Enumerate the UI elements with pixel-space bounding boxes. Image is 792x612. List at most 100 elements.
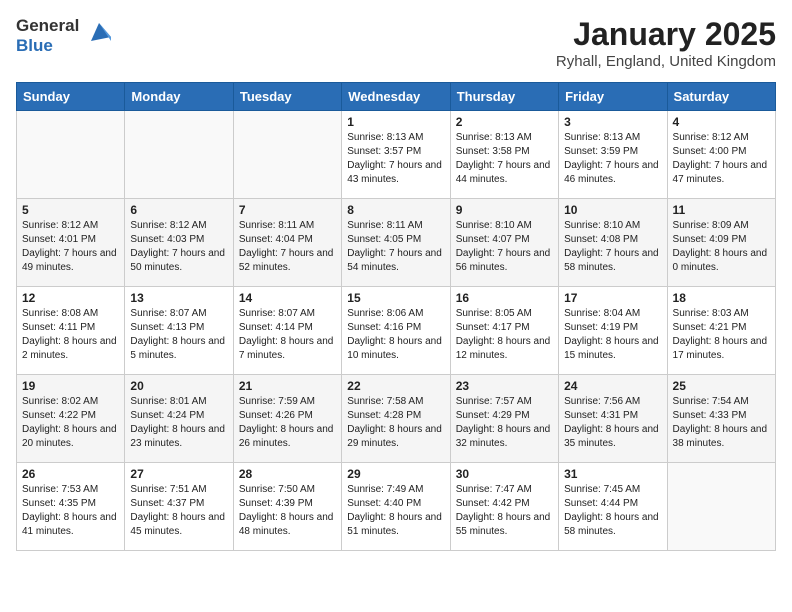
calendar-day-cell: 15Sunrise: 8:06 AM Sunset: 4:16 PM Dayli… xyxy=(342,287,450,375)
day-info: Sunrise: 7:47 AM Sunset: 4:42 PM Dayligh… xyxy=(456,483,553,539)
calendar-day-cell: 29 Sunrise: 7:49 AM Sunset: 4:40 PM Dayli… xyxy=(342,463,450,551)
day-info: Sunrise: 8:11 AM Sunset: 4:04 PM Dayligh… xyxy=(239,219,336,275)
day-number: 1 xyxy=(347,115,444,129)
title-area: January 2025 Ryhall, England, United Kin… xyxy=(556,16,776,70)
day-number: 10 xyxy=(564,203,661,217)
day-number: 18 xyxy=(673,291,770,305)
weekday-header: Tuesday xyxy=(233,83,341,111)
day-number: 15 xyxy=(347,291,444,305)
day-number: 24 xyxy=(564,379,661,393)
calendar-day-cell: 1 Sunrise: 8:13 AM Sunset: 3:57 PM Daylig… xyxy=(342,111,450,199)
day-number: 16 xyxy=(456,291,553,305)
calendar-day-cell: 31Sunrise: 7:45 AM Sunset: 4:44 PM Dayli… xyxy=(559,463,667,551)
day-number: 7 xyxy=(239,203,336,217)
calendar-day-cell: 24Sunrise: 7:56 AM Sunset: 4:31 PM Dayli… xyxy=(559,375,667,463)
calendar-day-cell: 21 Sunrise: 7:59 AM Sunset: 4:26 PM Dayli… xyxy=(233,375,341,463)
day-number: 2 xyxy=(456,115,553,129)
logo-blue: Blue xyxy=(16,36,79,56)
calendar-week-row: 1 Sunrise: 8:13 AM Sunset: 3:57 PM Daylig… xyxy=(17,111,776,199)
calendar-day-cell: 8Sunrise: 8:11 AM Sunset: 4:05 PM Daylig… xyxy=(342,199,450,287)
weekday-header: Monday xyxy=(125,83,233,111)
logo-icon xyxy=(83,17,115,49)
weekday-header: Sunday xyxy=(17,83,125,111)
logo-general: General xyxy=(16,16,79,36)
day-info: Sunrise: 7:54 AM Sunset: 4:33 PM Dayligh… xyxy=(673,395,770,451)
day-info: Sunrise: 8:09 AM Sunset: 4:09 PM Dayligh… xyxy=(673,219,770,275)
calendar-day-cell: 17Sunrise: 8:04 AM Sunset: 4:19 PM Dayli… xyxy=(559,287,667,375)
day-number: 20 xyxy=(130,379,227,393)
day-info: Sunrise: 8:01 AM Sunset: 4:24 PM Dayligh… xyxy=(130,395,227,451)
logo: General Blue xyxy=(16,16,115,55)
calendar-day-cell: 19Sunrise: 8:02 AM Sunset: 4:22 PM Dayli… xyxy=(17,375,125,463)
day-info: Sunrise: 7:58 AM Sunset: 4:28 PM Dayligh… xyxy=(347,395,444,451)
calendar-day-cell: 13Sunrise: 8:07 AM Sunset: 4:13 PM Dayli… xyxy=(125,287,233,375)
day-number: 12 xyxy=(22,291,119,305)
day-number: 21 xyxy=(239,379,336,393)
day-number: 9 xyxy=(456,203,553,217)
calendar-day-cell: 4Sunrise: 8:12 AM Sunset: 4:00 PM Daylig… xyxy=(667,111,775,199)
day-info: Sunrise: 7:59 AM Sunset: 4:26 PM Dayligh… xyxy=(239,395,336,451)
calendar-empty-cell xyxy=(17,111,125,199)
day-info: Sunrise: 8:03 AM Sunset: 4:21 PM Dayligh… xyxy=(673,307,770,363)
day-info: Sunrise: 7:49 AM Sunset: 4:40 PM Dayligh… xyxy=(347,483,444,539)
day-number: 11 xyxy=(673,203,770,217)
calendar-day-cell: 23Sunrise: 7:57 AM Sunset: 4:29 PM Dayli… xyxy=(450,375,558,463)
calendar-day-cell: 14Sunrise: 8:07 AM Sunset: 4:14 PM Dayli… xyxy=(233,287,341,375)
calendar-week-row: 19Sunrise: 8:02 AM Sunset: 4:22 PM Dayli… xyxy=(17,375,776,463)
day-number: 22 xyxy=(347,379,444,393)
day-info: Sunrise: 8:02 AM Sunset: 4:22 PM Dayligh… xyxy=(22,395,119,451)
day-number: 5 xyxy=(22,203,119,217)
calendar-day-cell: 26 Sunrise: 7:53 AM Sunset: 4:35 PM Dayli… xyxy=(17,463,125,551)
month-title: January 2025 xyxy=(556,16,776,53)
calendar-day-cell: 18 Sunrise: 8:03 AM Sunset: 4:21 PM Dayli… xyxy=(667,287,775,375)
calendar-day-cell: 12 Sunrise: 8:08 AM Sunset: 4:11 PM Dayli… xyxy=(17,287,125,375)
day-number: 26 xyxy=(22,467,119,481)
calendar-day-cell: 3 Sunrise: 8:13 AM Sunset: 3:59 PM Daylig… xyxy=(559,111,667,199)
day-number: 28 xyxy=(239,467,336,481)
day-info: Sunrise: 7:45 AM Sunset: 4:44 PM Dayligh… xyxy=(564,483,661,539)
weekday-header: Thursday xyxy=(450,83,558,111)
weekday-header: Wednesday xyxy=(342,83,450,111)
calendar-day-cell: 16 Sunrise: 8:05 AM Sunset: 4:17 PM Dayli… xyxy=(450,287,558,375)
day-number: 29 xyxy=(347,467,444,481)
calendar-day-cell: 7 Sunrise: 8:11 AM Sunset: 4:04 PM Daylig… xyxy=(233,199,341,287)
day-number: 14 xyxy=(239,291,336,305)
day-info: Sunrise: 8:13 AM Sunset: 3:57 PM Dayligh… xyxy=(347,131,444,187)
day-info: Sunrise: 7:57 AM Sunset: 4:29 PM Dayligh… xyxy=(456,395,553,451)
calendar-day-cell: 9 Sunrise: 8:10 AM Sunset: 4:07 PM Daylig… xyxy=(450,199,558,287)
day-info: Sunrise: 8:08 AM Sunset: 4:11 PM Dayligh… xyxy=(22,307,119,363)
calendar-day-cell: 30 Sunrise: 7:47 AM Sunset: 4:42 PM Dayli… xyxy=(450,463,558,551)
calendar-empty-cell xyxy=(233,111,341,199)
page-header: General Blue January 2025 Ryhall, Englan… xyxy=(16,16,776,70)
calendar-day-cell: 20 Sunrise: 8:01 AM Sunset: 4:24 PM Dayli… xyxy=(125,375,233,463)
day-info: Sunrise: 8:10 AM Sunset: 4:07 PM Dayligh… xyxy=(456,219,553,275)
day-info: Sunrise: 8:12 AM Sunset: 4:03 PM Dayligh… xyxy=(130,219,227,275)
day-info: Sunrise: 7:53 AM Sunset: 4:35 PM Dayligh… xyxy=(22,483,119,539)
calendar-empty-cell xyxy=(667,463,775,551)
calendar-week-row: 5 Sunrise: 8:12 AM Sunset: 4:01 PM Daylig… xyxy=(17,199,776,287)
weekday-header: Friday xyxy=(559,83,667,111)
calendar-day-cell: 11 Sunrise: 8:09 AM Sunset: 4:09 PM Dayli… xyxy=(667,199,775,287)
calendar-day-cell: 6Sunrise: 8:12 AM Sunset: 4:03 PM Daylig… xyxy=(125,199,233,287)
day-number: 4 xyxy=(673,115,770,129)
location: Ryhall, England, United Kingdom xyxy=(556,53,776,70)
calendar-day-cell: 25 Sunrise: 7:54 AM Sunset: 4:33 PM Dayli… xyxy=(667,375,775,463)
day-info: Sunrise: 7:50 AM Sunset: 4:39 PM Dayligh… xyxy=(239,483,336,539)
day-number: 8 xyxy=(347,203,444,217)
day-number: 25 xyxy=(673,379,770,393)
day-info: Sunrise: 8:04 AM Sunset: 4:19 PM Dayligh… xyxy=(564,307,661,363)
day-info: Sunrise: 8:13 AM Sunset: 3:58 PM Dayligh… xyxy=(456,131,553,187)
calendar-day-cell: 27Sunrise: 7:51 AM Sunset: 4:37 PM Dayli… xyxy=(125,463,233,551)
day-number: 3 xyxy=(564,115,661,129)
day-number: 27 xyxy=(130,467,227,481)
calendar-day-cell: 5 Sunrise: 8:12 AM Sunset: 4:01 PM Daylig… xyxy=(17,199,125,287)
day-info: Sunrise: 8:05 AM Sunset: 4:17 PM Dayligh… xyxy=(456,307,553,363)
calendar-day-cell: 28 Sunrise: 7:50 AM Sunset: 4:39 PM Dayli… xyxy=(233,463,341,551)
calendar-empty-cell xyxy=(125,111,233,199)
day-number: 30 xyxy=(456,467,553,481)
day-info: Sunrise: 8:13 AM Sunset: 3:59 PM Dayligh… xyxy=(564,131,661,187)
calendar-week-row: 26 Sunrise: 7:53 AM Sunset: 4:35 PM Dayli… xyxy=(17,463,776,551)
day-info: Sunrise: 8:12 AM Sunset: 4:01 PM Dayligh… xyxy=(22,219,119,275)
calendar-table: SundayMondayTuesdayWednesdayThursdayFrid… xyxy=(16,82,776,551)
weekday-header: Saturday xyxy=(667,83,775,111)
